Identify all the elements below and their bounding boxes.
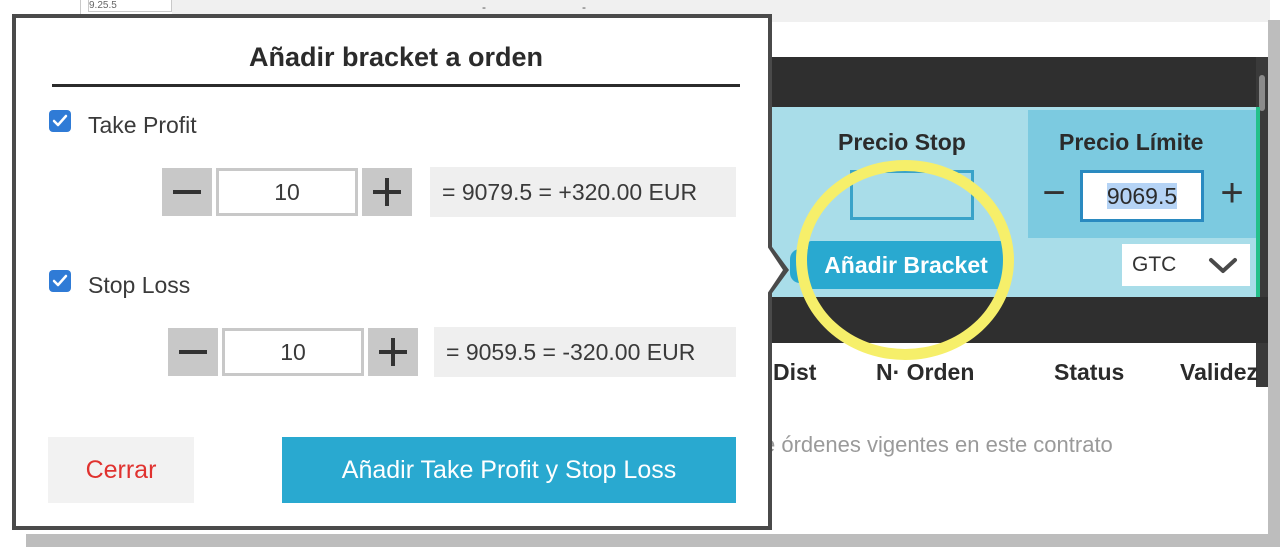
- top-cell-text: 9.25.5: [89, 0, 117, 11]
- panel-shadow-right: [1268, 20, 1280, 547]
- plus-icon: [379, 338, 407, 366]
- limit-price-input[interactable]: 9069.5: [1080, 170, 1204, 222]
- stop-loss-increment-button[interactable]: [368, 328, 418, 376]
- dialog-title: Añadir bracket a orden: [248, 42, 544, 72]
- stop-loss-decrement-button[interactable]: [168, 328, 218, 376]
- take-profit-label: Take Profit: [88, 112, 197, 138]
- take-profit-result: = 9079.5 = +320.00 EUR: [430, 167, 736, 217]
- take-profit-decrement-button[interactable]: [162, 168, 212, 216]
- stop-price-label: Precio Stop: [838, 129, 966, 155]
- take-profit-increment-button[interactable]: [362, 168, 412, 216]
- screen: 9.25.5 - - Precio Stop Precio Límite − 9…: [0, 0, 1280, 547]
- take-profit-checkbox[interactable]: [49, 110, 71, 132]
- minus-icon: [173, 190, 201, 194]
- column-header-validity[interactable]: Validez: [1180, 359, 1258, 386]
- limit-price-increment-button[interactable]: +: [1212, 170, 1252, 220]
- column-header-dist[interactable]: Dist: [773, 359, 816, 386]
- plus-icon: [373, 178, 401, 206]
- limit-price-value: 9069.5: [1106, 183, 1178, 209]
- highlight-circle: [796, 160, 1014, 360]
- stop-loss-ticks-input[interactable]: 10: [222, 328, 364, 376]
- chevron-down-icon: [1206, 244, 1240, 286]
- close-button[interactable]: Cerrar: [48, 437, 194, 503]
- stop-loss-checkbox[interactable]: [49, 270, 71, 292]
- stop-loss-label: Stop Loss: [88, 272, 191, 298]
- column-header-status[interactable]: Status: [1054, 359, 1124, 386]
- column-header-order-number[interactable]: N· Orden: [876, 359, 974, 386]
- add-bracket-dialog: Añadir bracket a orden Take Profit 10 = …: [12, 14, 772, 530]
- dialog-pointer-inner: [767, 246, 783, 294]
- take-profit-ticks-input[interactable]: 10: [216, 168, 358, 216]
- top-cell: 9.25.5: [88, 0, 172, 12]
- panel-shadow-bottom: [26, 534, 1280, 547]
- top-strip-mark: -: [482, 0, 486, 14]
- checkmark-icon: [52, 114, 68, 127]
- validity-select-value: GTC: [1132, 253, 1177, 276]
- row-edge-indicator: [1256, 107, 1260, 297]
- top-strip-mark: -: [582, 0, 586, 14]
- limit-price-decrement-button[interactable]: −: [1036, 170, 1072, 220]
- empty-orders-message: e órdenes vigentes en este contrato: [763, 432, 1113, 457]
- orders-header-bar: [760, 57, 1268, 107]
- checkmark-icon: [52, 274, 68, 287]
- dialog-title-divider: [52, 84, 740, 87]
- limit-price-label: Precio Límite: [1059, 129, 1204, 155]
- stop-loss-result: = 9059.5 = -320.00 EUR: [434, 327, 736, 377]
- add-take-profit-stop-loss-button[interactable]: Añadir Take Profit y Stop Loss: [282, 437, 736, 503]
- minus-icon: [179, 350, 207, 354]
- scrollbar-thumb[interactable]: [1259, 75, 1265, 111]
